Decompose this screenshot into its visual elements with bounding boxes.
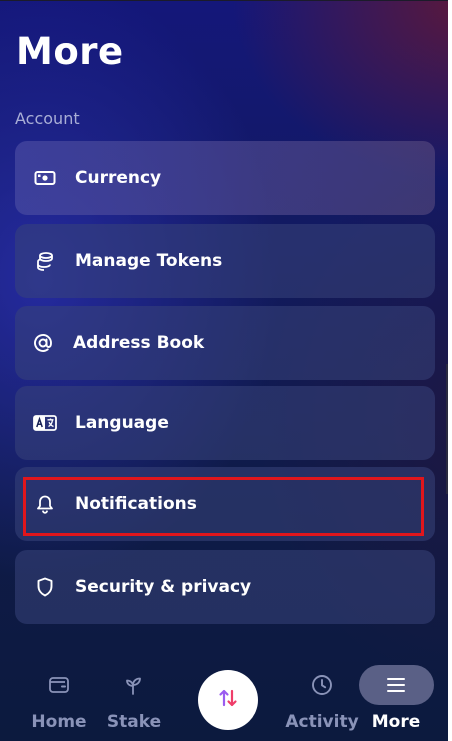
menu-item-manage-tokens[interactable]: Manage Tokens	[15, 224, 435, 298]
nav-label-stake: Stake	[106, 712, 162, 732]
top-border	[0, 0, 448, 1]
page-title: More	[16, 30, 124, 73]
nav-home[interactable]: Home	[29, 648, 89, 741]
menu-item-label: Currency	[75, 168, 162, 188]
menu-item-address-book[interactable]: Address Book	[15, 306, 435, 380]
menu-lines-icon	[383, 672, 409, 698]
menu-item-label: Manage Tokens	[75, 251, 223, 271]
menu-item-label: Notifications	[75, 494, 197, 514]
menu-item-label: Security & privacy	[75, 577, 252, 597]
nav-label-home: Home	[31, 712, 87, 732]
wallet-icon	[46, 672, 72, 698]
nav-stake[interactable]: Stake	[104, 648, 164, 741]
nav-more[interactable]: More	[366, 648, 426, 741]
menu-item-language[interactable]: Language	[15, 386, 435, 460]
language-icon	[33, 411, 57, 435]
sprout-icon	[121, 672, 147, 698]
menu-item-security-privacy[interactable]: Security & privacy	[15, 550, 435, 624]
nav-label-more: More	[371, 712, 421, 732]
nav-label-activity: Activity	[285, 712, 359, 732]
app-screen: More Account Currency Manage Tokens Addr…	[0, 0, 452, 741]
menu-item-notifications[interactable]: Notifications	[15, 467, 435, 541]
at-sign-icon	[31, 331, 55, 355]
nav-activity[interactable]: Activity	[285, 648, 359, 741]
banknote-icon	[33, 166, 57, 190]
coins-stack-icon	[33, 249, 57, 273]
menu-item-label: Language	[75, 413, 169, 433]
clock-icon	[309, 672, 335, 698]
section-label-account: Account	[15, 109, 80, 128]
swap-button[interactable]	[198, 670, 258, 730]
menu-item-label: Address Book	[73, 333, 205, 353]
swap-arrows-icon	[217, 687, 239, 713]
window-edge	[448, 0, 452, 741]
menu-item-currency[interactable]: Currency	[15, 141, 435, 215]
shield-icon	[33, 575, 57, 599]
bell-icon	[33, 492, 57, 516]
